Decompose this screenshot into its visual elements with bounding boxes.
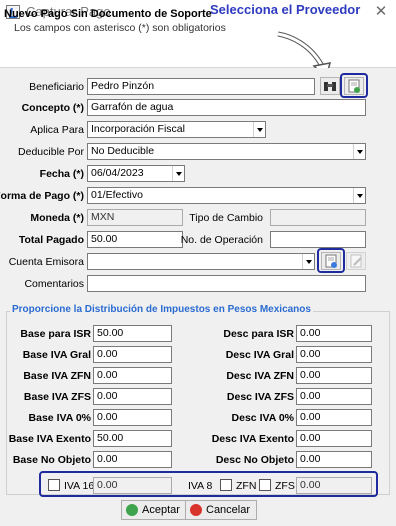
- tax-left-label: Base IVA Exento: [8, 433, 91, 445]
- tax-left-label: Base No Objeto: [12, 454, 91, 466]
- tax-left-label: Base IVA ZFS: [23, 391, 91, 403]
- tax-right-label: Desc IVA 0%: [231, 412, 294, 424]
- beneficiario-label: Beneficiario: [29, 81, 84, 93]
- tipo-cambio-field: [270, 209, 366, 226]
- tax-right-field[interactable]: 0.00: [296, 367, 372, 384]
- tax-left-label: Base para ISR: [20, 328, 91, 340]
- aceptar-label: Aceptar: [142, 504, 180, 516]
- new-document-icon: [348, 79, 360, 93]
- tax-right-label: Desc IVA ZFS: [226, 391, 294, 403]
- new-account-button[interactable]: [321, 252, 341, 270]
- tax-right-field[interactable]: 0.00: [296, 430, 372, 447]
- total-pagado-label: Total Pagado: [18, 234, 84, 246]
- fecha-field[interactable]: 06/04/2023: [87, 165, 185, 182]
- total-pagado-field[interactable]: 50.00: [87, 231, 183, 248]
- deducible-por-select[interactable]: No Deducible: [87, 143, 366, 160]
- check-icon: [126, 504, 138, 516]
- tax-left-field[interactable]: 0.00: [93, 346, 172, 363]
- cancelar-label: Cancelar: [206, 504, 251, 516]
- iva8-label: IVA 8: [188, 480, 213, 492]
- tax-left-field[interactable]: 0.00: [93, 388, 172, 405]
- moneda-field: MXN: [87, 209, 183, 226]
- zfs-checkbox[interactable]: [259, 479, 271, 491]
- tax-left-field[interactable]: 0.00: [93, 409, 172, 426]
- impuestos-group-title: Proporcione la Distribución de Impuestos…: [10, 304, 313, 315]
- chevron-down-icon[interactable]: [253, 122, 265, 137]
- tax-right-label: Desc para ISR: [223, 328, 294, 340]
- concepto-label: Concepto (*): [21, 102, 84, 114]
- edit-icon: [350, 254, 362, 268]
- edit-account-button[interactable]: [346, 252, 366, 270]
- zfn-label: ZFN: [236, 480, 257, 492]
- cancelar-button[interactable]: Cancelar: [185, 500, 258, 520]
- comentarios-field[interactable]: [87, 275, 366, 292]
- no-operacion-field[interactable]: [270, 231, 366, 248]
- zfs-field: 0.00: [296, 477, 372, 494]
- tax-left-field[interactable]: 0.00: [93, 367, 172, 384]
- tax-left-field[interactable]: 0.00: [93, 451, 172, 468]
- chevron-down-icon[interactable]: [353, 188, 365, 203]
- zfn-checkbox[interactable]: [220, 479, 232, 491]
- chevron-down-icon[interactable]: [302, 254, 314, 269]
- tax-left-label: Base IVA Gral: [22, 349, 91, 361]
- forma-pago-select[interactable]: 01/Efectivo: [87, 187, 366, 204]
- tax-right-field[interactable]: 0.00: [296, 388, 372, 405]
- iva16-label: IVA 16: [64, 480, 95, 492]
- cancel-icon: [190, 504, 202, 516]
- binoculars-icon: [324, 82, 336, 91]
- new-document-icon: [325, 254, 337, 268]
- zfs-label: ZFS: [275, 480, 295, 492]
- tax-right-field[interactable]: 0.00: [296, 346, 372, 363]
- cuenta-emisora-select[interactable]: [87, 253, 315, 270]
- concepto-field[interactable]: Garrafón de agua: [87, 99, 366, 116]
- tax-right-field[interactable]: 0.00: [296, 451, 372, 468]
- chevron-down-icon[interactable]: [353, 144, 365, 159]
- tipo-cambio-label: Tipo de Cambio: [189, 212, 263, 224]
- header-subtitle: Los campos con asterisco (*) son obligat…: [14, 22, 226, 34]
- tax-right-label: Desc No Objeto: [215, 454, 294, 466]
- aceptar-button[interactable]: Aceptar: [121, 500, 187, 520]
- new-supplier-button[interactable]: [344, 77, 364, 95]
- tax-right-label: Desc IVA Gral: [225, 349, 294, 361]
- comentarios-label: Comentarios: [24, 278, 84, 290]
- fecha-label: Fecha (*): [39, 168, 84, 180]
- forma-pago-value: 01/Efectivo: [91, 189, 143, 201]
- tax-left-label: Base IVA ZFN: [23, 370, 91, 382]
- annotation-text: Selecciona el Proveedor: [210, 2, 361, 17]
- aplica-para-select[interactable]: Incorporación Fiscal: [87, 121, 266, 138]
- no-operacion-label: No. de Operación: [180, 234, 263, 246]
- deducible-por-label: Deducible Por: [18, 146, 84, 158]
- tax-right-field[interactable]: 0.00: [296, 409, 372, 426]
- aplica-para-label: Aplica Para: [30, 124, 84, 136]
- tax-right-label: Desc IVA Exento: [211, 433, 294, 445]
- tax-left-field[interactable]: 50.00: [93, 325, 172, 342]
- tax-right-field[interactable]: 0.00: [296, 325, 372, 342]
- header-title: Nuevo Pago Sin Documento de Soporte: [4, 8, 212, 20]
- iva16-checkbox[interactable]: [48, 479, 60, 491]
- cuenta-emisora-label: Cuenta Emisora: [8, 256, 84, 268]
- beneficiario-field[interactable]: Pedro Pinzón: [87, 78, 315, 95]
- deducible-por-value: No Deducible: [91, 145, 155, 157]
- chevron-down-icon[interactable]: [172, 166, 184, 181]
- close-icon[interactable]: ✕: [372, 2, 390, 20]
- tax-right-label: Desc IVA ZFN: [226, 370, 294, 382]
- binoculars-button[interactable]: [320, 77, 340, 95]
- aplica-para-value: Incorporación Fiscal: [91, 123, 185, 135]
- tax-left-label: Base IVA 0%: [28, 412, 91, 424]
- forma-pago-label: Forma de Pago (*): [0, 190, 84, 202]
- moneda-label: Moneda (*): [30, 212, 84, 224]
- fecha-value: 06/04/2023: [91, 167, 144, 179]
- iva16-field: 0.00: [93, 477, 172, 494]
- tax-left-field[interactable]: 50.00: [93, 430, 172, 447]
